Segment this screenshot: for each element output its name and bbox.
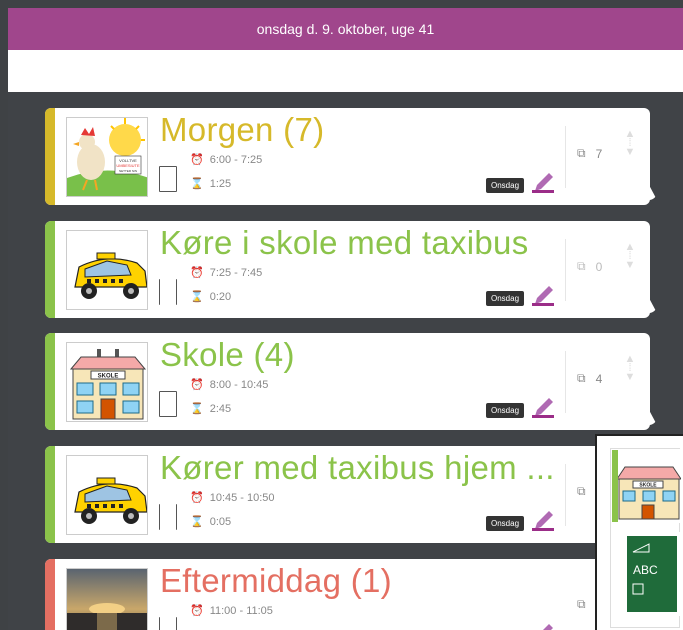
board-text: ABC (633, 563, 658, 577)
separator (565, 126, 566, 188)
stack-icon: ⧉ (577, 484, 586, 498)
activity-title: Eftermiddag (1) (160, 562, 392, 599)
svg-text:NETTER NIN: NETTER NIN (119, 169, 137, 173)
checkbox[interactable] (159, 279, 177, 305)
activity-picture (66, 455, 148, 535)
day-badge: Onsdag (486, 403, 525, 418)
edit-icon[interactable] (531, 622, 555, 630)
duration: ⌛ 2:45 (190, 402, 232, 416)
sub-activity-popup[interactable]: SKOLE ABC (595, 434, 683, 630)
card-accent (45, 221, 55, 318)
card-notch (641, 170, 657, 200)
edit-icon[interactable] (531, 171, 555, 193)
separator (565, 239, 566, 301)
sub-activity-count[interactable]: ⧉ 4 (577, 371, 602, 386)
activity-card[interactable]: Køre i skole med taxibus ⏰ 7:25 - 7:45 ⌛ 0… (45, 221, 657, 318)
duration: ⌛ 0:05 (190, 515, 232, 529)
toolbar (8, 50, 683, 92)
day-badge: Onsdag (486, 291, 525, 306)
drag-handle-icon[interactable]: ▲ ⁞ ▼ (623, 354, 637, 397)
card-notch (641, 395, 657, 425)
school-picture: SKOLE (611, 449, 682, 523)
time-range: ⏰ 8:00 - 10:45 (190, 378, 269, 392)
alarm-clock-icon: ⏰ (190, 492, 204, 504)
hourglass-icon: ⌛ (190, 291, 204, 303)
alarm-clock-icon: ⏰ (190, 605, 204, 617)
checkbox[interactable] (159, 504, 177, 530)
activity-title: Kører med taxibus hjem ... (160, 449, 555, 486)
hourglass-icon: ⌛ (190, 178, 204, 190)
drag-handle-icon[interactable]: ▲ ⁞ ▼ (623, 129, 637, 172)
time-range: ⏰ 7:25 - 7:45 (190, 266, 263, 280)
school-sign-text: SKOLE (639, 483, 657, 489)
activity-card[interactable]: Eftermiddag (1) ⏰ 11:00 - 11:05 ⧉ (45, 559, 650, 630)
stack-icon: ⧉ (577, 597, 586, 611)
svg-text:UMBESIUTE: UMBESIUTE (116, 163, 140, 168)
activity-picture: VOLLTVE UMBESIUTE NETTER NIN (66, 117, 148, 197)
card-accent (45, 559, 55, 630)
app-frame: onsdag d. 9. oktober, uge 41 VOLLTVE UMB… (8, 8, 683, 630)
date-header: onsdag d. 9. oktober, uge 41 (8, 8, 683, 50)
alarm-clock-icon: ⏰ (190, 267, 204, 279)
separator (565, 351, 566, 413)
alarm-clock-icon: ⏰ (190, 379, 204, 391)
card-accent (45, 108, 55, 205)
edit-icon[interactable] (531, 284, 555, 306)
card-notch (641, 283, 657, 313)
activity-title: Skole (4) (160, 336, 295, 373)
duration: ⌛ 1:25 (190, 177, 232, 191)
school-sign-text: SKOLE (98, 374, 119, 380)
checkbox[interactable] (159, 166, 177, 192)
edit-icon[interactable] (531, 396, 555, 418)
stack-icon: ⧉ (577, 371, 586, 385)
date-label: onsdag d. 9. oktober, uge 41 (256, 21, 435, 37)
activity-card[interactable]: Kører med taxibus hjem ... ⏰ 10:45 - 10:5… (45, 446, 650, 543)
checkbox[interactable] (159, 617, 177, 630)
activity-title: Morgen (7) (160, 111, 325, 148)
sub-activity-count[interactable]: ⧉ (577, 484, 596, 499)
activity-card[interactable]: SKOLE Skole (4) ⏰ 8:00 - 10:45 ⌛ 2:45 Onsd… (45, 333, 657, 430)
activity-card[interactable]: VOLLTVE UMBESIUTE NETTER NIN Morgen (7) … (45, 108, 657, 205)
hourglass-icon: ⌛ (190, 516, 204, 528)
sub-activity-count[interactable]: ⧉ (577, 597, 586, 612)
time-range: ⏰ 6:00 - 7:25 (190, 153, 263, 167)
day-badge: Onsdag (486, 516, 525, 531)
sub-activity-count[interactable]: ⧉ 7 (577, 146, 602, 161)
separator (565, 464, 566, 526)
alarm-clock-icon: ⏰ (190, 154, 204, 166)
hourglass-icon: ⌛ (190, 403, 204, 415)
sub-activity-count[interactable]: ⧉ 0 (577, 259, 602, 274)
chalkboard-picture: ABC (621, 532, 681, 616)
day-badge: Onsdag (486, 178, 525, 193)
card-accent (45, 446, 55, 543)
activity-picture (66, 230, 148, 310)
card-accent (612, 450, 618, 522)
activity-title: Køre i skole med taxibus (160, 224, 529, 261)
drag-handle-icon[interactable]: ▲ ⁞ ▼ (623, 242, 637, 285)
checkbox[interactable] (159, 391, 177, 417)
edit-icon[interactable] (531, 509, 555, 531)
stack-icon: ⧉ (577, 259, 586, 273)
activity-picture: SKOLE (66, 342, 148, 422)
activity-picture (66, 568, 148, 630)
time-range: ⏰ 11:00 - 11:05 (190, 604, 273, 618)
duration: ⌛ 0:20 (190, 290, 232, 304)
card-accent (45, 333, 55, 430)
stack-icon: ⧉ (577, 146, 586, 160)
time-range: ⏰ 10:45 - 10:50 (190, 491, 275, 505)
